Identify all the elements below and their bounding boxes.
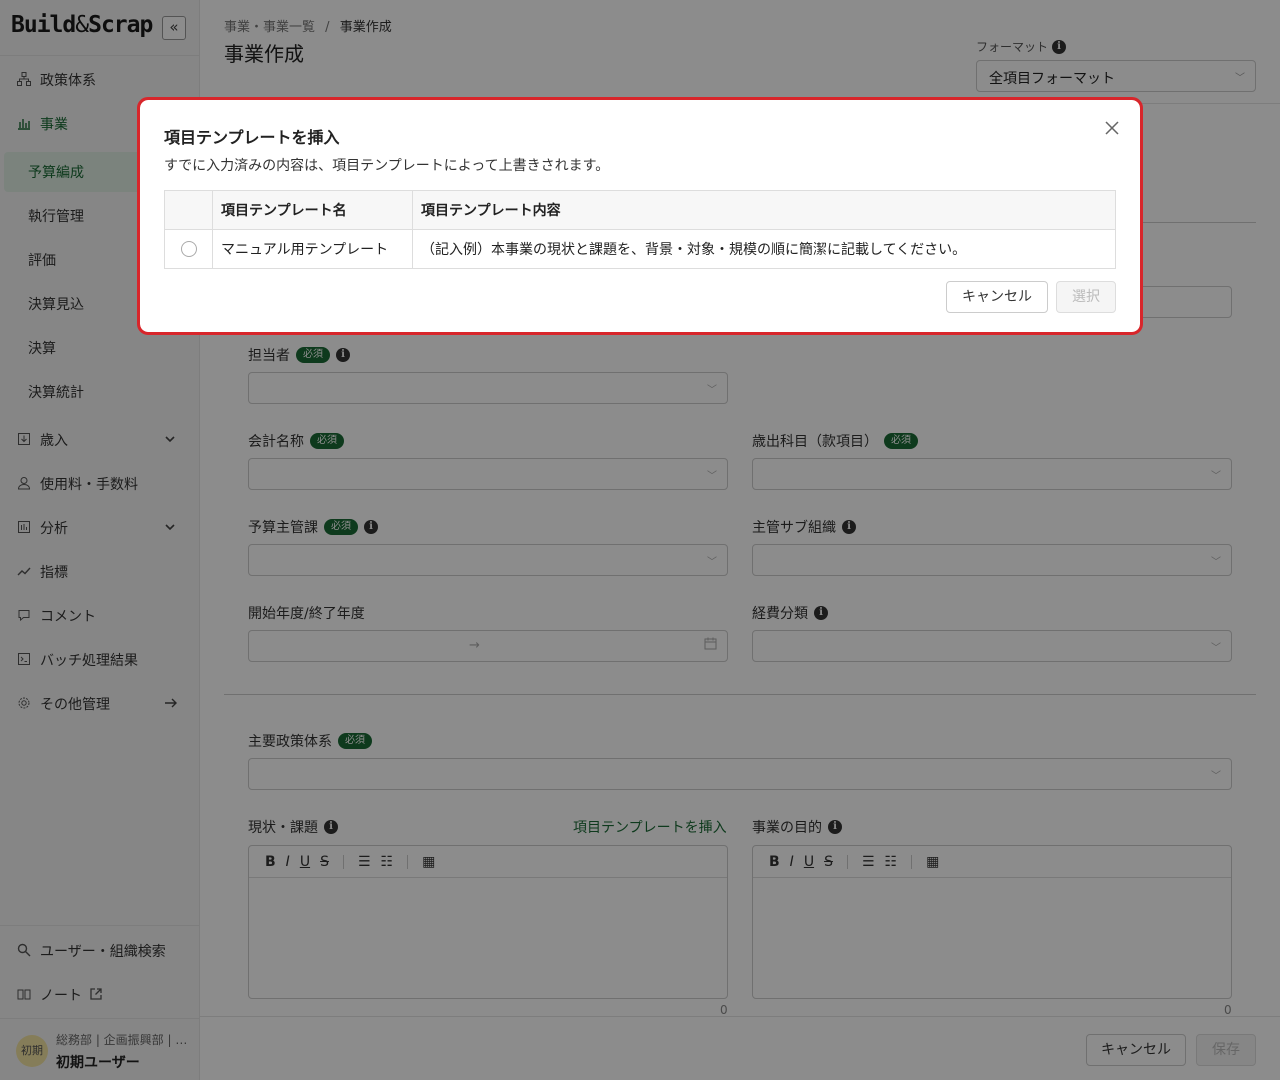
modal-description: すでに入力済みの内容は、項目テンプレートによって上書きされます。	[164, 158, 610, 174]
modal-cancel-button[interactable]: キャンセル	[946, 281, 1048, 313]
table-cell-radio	[164, 229, 213, 269]
table-header-row: 項目テンプレート名 項目テンプレート内容	[164, 190, 1116, 230]
table-header-content: 項目テンプレート内容	[412, 190, 1116, 230]
table-row[interactable]: マニュアル用テンプレート （記入例）本事業の現状と課題を、背景・対象・規模の順に…	[164, 229, 1116, 269]
modal-title: 項目テンプレートを挿入	[164, 128, 340, 147]
close-icon[interactable]	[1100, 116, 1124, 140]
template-table: 項目テンプレート名 項目テンプレート内容 マニュアル用テンプレート （記入例）本…	[164, 190, 1116, 269]
table-header-select	[164, 190, 213, 230]
table-cell-name: マニュアル用テンプレート	[212, 229, 413, 269]
modal-select-button[interactable]: 選択	[1056, 281, 1116, 313]
template-radio[interactable]	[180, 241, 197, 257]
table-header-name: 項目テンプレート名	[212, 190, 413, 230]
table-cell-content: （記入例）本事業の現状と課題を、背景・対象・規模の順に簡潔に記載してください。	[412, 229, 1116, 269]
insert-template-modal: 項目テンプレートを挿入 すでに入力済みの内容は、項目テンプレートによって上書きさ…	[137, 97, 1143, 335]
